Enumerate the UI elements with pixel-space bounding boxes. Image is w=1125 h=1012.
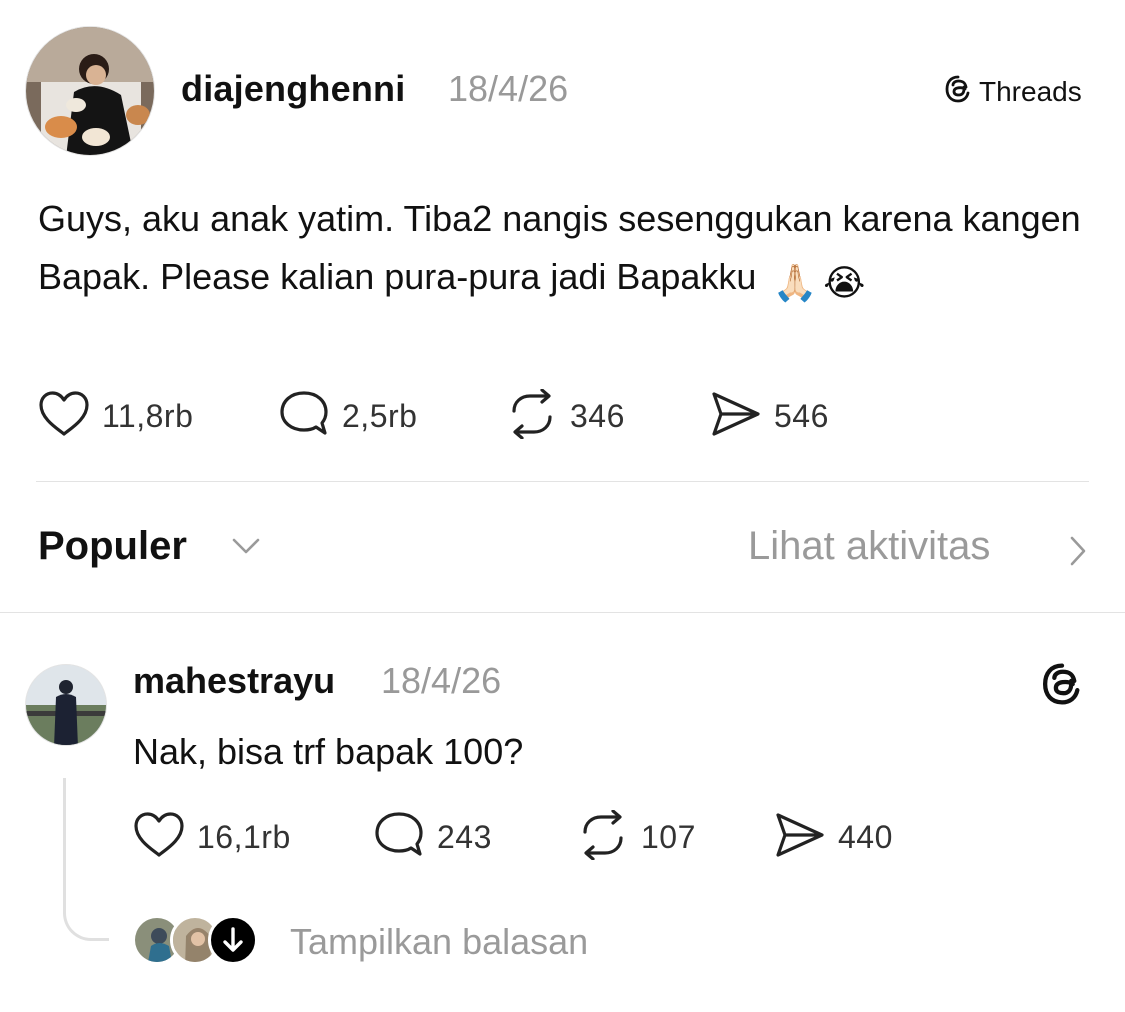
repost-icon [506,388,558,444]
praying-hands-emoji: 🙏🏻 [772,262,818,303]
repost-count: 107 [641,819,696,855]
like-button[interactable]: 16,1rb [133,811,373,864]
divider [0,612,1125,613]
avatar-photo [26,665,106,745]
heart-icon [133,811,185,864]
reply-text: Nak, bisa trf bapak 100? [133,731,524,772]
like-count: 16,1rb [197,819,291,855]
post-author-avatar[interactable] [25,26,155,156]
repost-icon [577,809,629,865]
reply-button[interactable]: 2,5rb [278,389,506,444]
share-icon [774,811,826,864]
heart-icon [38,390,90,443]
thread-connector-line [63,778,109,941]
post-text: Guys, aku anak yatim. Tiba2 nangis sesen… [38,198,1081,297]
show-replies-arrow [208,915,258,965]
like-count: 11,8rb [102,398,194,434]
share-count: 546 [774,398,829,434]
threads-logo-icon [943,74,973,109]
repost-count: 346 [570,398,625,434]
arrow-down-icon [211,927,255,962]
share-button[interactable]: 546 [710,390,829,443]
like-button[interactable]: 11,8rb [38,390,278,443]
divider [36,481,1089,482]
post-body: Guys, aku anak yatim. Tiba2 nangis sesen… [38,190,1088,312]
reply-button[interactable]: 243 [373,810,577,865]
share-count: 440 [838,819,893,855]
repost-button[interactable]: 346 [506,388,710,444]
share-icon [710,390,762,443]
repost-button[interactable]: 107 [577,809,774,865]
sort-dropdown-label[interactable]: Populer [38,524,187,569]
share-button[interactable]: 440 [774,811,893,864]
chevron-down-icon[interactable] [231,536,261,561]
show-replies-link[interactable]: Tampilkan balasan [290,921,588,963]
brand-label: Threads [979,75,1082,107]
reply-actions: 16,1rb 243 107 440 [133,809,893,865]
reply-username[interactable]: mahestrayu [133,660,335,702]
comment-icon [278,389,330,444]
threads-logo-icon[interactable] [1039,660,1085,713]
avatar-photo [26,27,154,155]
reply-count: 243 [437,819,492,855]
reply-count: 2,5rb [342,398,418,434]
comment-icon [373,810,425,865]
threads-brand[interactable]: Threads [943,74,1082,109]
view-activity-link[interactable]: Lihat aktivitas [748,524,990,569]
crying-face-emoji: 😭 [823,262,866,303]
reply-date: 18/4/26 [381,660,502,701]
post-date: 18/4/26 [448,68,569,109]
threads-post-page: diajenghenni 18/4/26 Threads Guys, aku a… [0,0,1125,1012]
post-actions: 11,8rb 2,5rb 346 546 [38,388,829,444]
chevron-right-icon[interactable] [1068,535,1088,572]
post-username[interactable]: diajenghenni [181,68,405,110]
replier-avatars[interactable] [132,915,262,967]
reply-author-avatar[interactable] [25,664,107,746]
